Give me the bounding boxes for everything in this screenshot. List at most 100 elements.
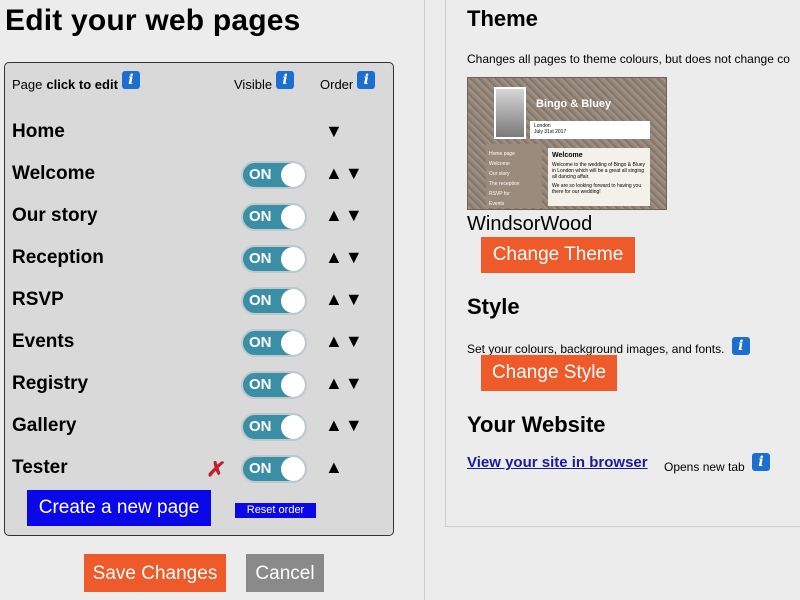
- visible-toggle[interactable]: ON: [241, 161, 307, 189]
- theme-thumbnail[interactable]: Bingo & Bluey London July 31st 2017 Home…: [467, 77, 667, 210]
- page-link-tester[interactable]: Tester: [12, 457, 68, 479]
- page-row-events: Events ON ▲▼: [12, 329, 382, 359]
- order-arrows[interactable]: ▲▼: [325, 373, 365, 394]
- page-link-home[interactable]: Home: [12, 121, 65, 143]
- order-header-label: Order: [320, 76, 354, 92]
- thumbnail-nav-item: Home page: [489, 151, 515, 157]
- thumbnail-title: Bingo & Bluey: [536, 98, 612, 110]
- order-arrows[interactable]: ▲▼: [325, 163, 365, 184]
- thumbnail-header: Bingo & Bluey London July 31st 2017: [486, 84, 650, 140]
- page-row-rsvp: RSVP ON ▲▼: [12, 287, 382, 317]
- style-description-text: Set your colours, background images, and…: [467, 342, 725, 356]
- toggle-label: ON: [249, 334, 272, 351]
- thumbnail-nav-item: The reception: [489, 181, 520, 187]
- thumbnail-date: July 31st 2017: [534, 129, 567, 135]
- info-icon[interactable]: i: [731, 337, 750, 355]
- visible-toggle[interactable]: ON: [241, 287, 307, 315]
- theme-description: Changes all pages to theme colours, but …: [467, 52, 790, 66]
- toggle-knob: [281, 247, 305, 271]
- toggle-knob: [281, 457, 305, 481]
- theme-name: WindsorWood: [467, 213, 593, 235]
- change-style-button[interactable]: Change Style: [481, 355, 617, 391]
- visible-toggle[interactable]: ON: [241, 371, 307, 399]
- page-header-label: Page: [12, 76, 43, 92]
- page-row-tester: Tester ✗ ON ▲: [12, 455, 382, 485]
- info-icon[interactable]: i: [752, 453, 771, 471]
- order-arrows[interactable]: ▲▼: [325, 289, 365, 310]
- thumbnail-content-text: We are so looking forward to having you …: [552, 183, 642, 195]
- order-arrows[interactable]: ▲▼: [325, 247, 365, 268]
- page-link-welcome[interactable]: Welcome: [12, 163, 95, 185]
- visible-header-label: Visible: [234, 76, 273, 92]
- thumbnail-content: Welcome Welcome to the wedding of Bingo …: [548, 148, 650, 206]
- page-link-reception[interactable]: Reception: [12, 247, 104, 269]
- save-changes-button[interactable]: Save Changes: [84, 554, 226, 592]
- toggle-knob: [281, 289, 305, 313]
- toggle-label: ON: [249, 292, 272, 309]
- settings-panel: Theme Changes all pages to theme colours…: [445, 0, 800, 527]
- thumbnail-photo: [494, 87, 526, 139]
- toggle-knob: [281, 163, 305, 187]
- visible-toggle[interactable]: ON: [241, 413, 307, 441]
- page-link-events[interactable]: Events: [12, 331, 74, 353]
- create-page-button[interactable]: Create a new page: [27, 490, 211, 526]
- toggle-label: ON: [249, 376, 272, 393]
- order-arrows[interactable]: ▲▼: [325, 205, 365, 226]
- visible-toggle[interactable]: ON: [241, 329, 307, 357]
- toggle-knob: [281, 331, 305, 355]
- page-row-welcome: Welcome ON ▲▼: [12, 161, 382, 191]
- reset-order-button[interactable]: Reset order: [235, 503, 316, 518]
- visible-toggle[interactable]: ON: [241, 455, 307, 483]
- toggle-label: ON: [249, 208, 272, 225]
- page-row-registry: Registry ON ▲▼: [12, 371, 382, 401]
- thumbnail-info-strip: London July 31st 2017: [530, 121, 650, 139]
- website-heading: Your Website: [467, 412, 606, 437]
- delete-icon[interactable]: ✗: [205, 456, 227, 484]
- toggle-knob: [281, 415, 305, 439]
- page-row-gallery: Gallery ON ▲▼: [12, 413, 382, 443]
- thumbnail-content-text: Welcome to the wedding of Bingo & Bluey …: [552, 162, 646, 180]
- info-icon[interactable]: i: [357, 71, 376, 89]
- toggle-knob: [281, 373, 305, 397]
- order-arrows: ▼: [325, 121, 345, 142]
- page-link-registry[interactable]: Registry: [12, 373, 88, 395]
- toggle-label: ON: [249, 166, 272, 183]
- toggle-label: ON: [249, 460, 272, 477]
- order-arrows[interactable]: ▲▼: [325, 331, 365, 352]
- view-site-link[interactable]: View your site in browser: [467, 454, 648, 471]
- opens-new-tab-text: Opens new tab: [664, 460, 745, 474]
- change-theme-button[interactable]: Change Theme: [481, 237, 635, 273]
- visible-column-header: Visible i: [234, 71, 295, 93]
- toggle-label: ON: [249, 250, 272, 267]
- click-to-edit-label: click to edit: [46, 76, 118, 92]
- thumbnail-nav-item: Welcome: [489, 161, 510, 167]
- order-arrows[interactable]: ▲▼: [325, 415, 365, 436]
- toggle-knob: [281, 205, 305, 229]
- cancel-button[interactable]: Cancel: [246, 554, 324, 592]
- page-link-rsvp[interactable]: RSVP: [12, 289, 64, 311]
- visible-toggle[interactable]: ON: [241, 245, 307, 273]
- toggle-label: ON: [249, 418, 272, 435]
- move-down-icon[interactable]: ▼: [325, 121, 345, 141]
- column-divider: [424, 0, 425, 600]
- page-row-home: Home ▼: [12, 119, 382, 149]
- info-icon[interactable]: i: [121, 71, 140, 89]
- order-column-header: Order i: [320, 71, 376, 93]
- style-heading: Style: [467, 294, 520, 319]
- page-row-reception: Reception ON ▲▼: [12, 245, 382, 275]
- opens-new-tab-note: Opens new tab i: [664, 453, 771, 476]
- info-icon[interactable]: i: [276, 71, 295, 89]
- thumbnail-content-heading: Welcome: [552, 152, 583, 159]
- page-row-our-story: Our story ON ▲▼: [12, 203, 382, 233]
- page-link-gallery[interactable]: Gallery: [12, 415, 76, 437]
- thumbnail-nav-item: Events: [489, 201, 505, 207]
- pages-panel: Page click to edit i Visible i Order i H…: [4, 62, 394, 536]
- move-up-icon[interactable]: ▲: [325, 457, 345, 478]
- visible-toggle[interactable]: ON: [241, 203, 307, 231]
- page-link-our-story[interactable]: Our story: [12, 205, 98, 227]
- thumbnail-nav-item: RSVP for: [489, 191, 510, 197]
- page-title: Edit your web pages: [5, 4, 301, 37]
- page-column-header: Page click to edit i: [12, 71, 140, 93]
- thumbnail-nav: Home page Welcome Our story The receptio…: [486, 144, 542, 208]
- thumbnail-nav-item: Our story: [489, 171, 510, 177]
